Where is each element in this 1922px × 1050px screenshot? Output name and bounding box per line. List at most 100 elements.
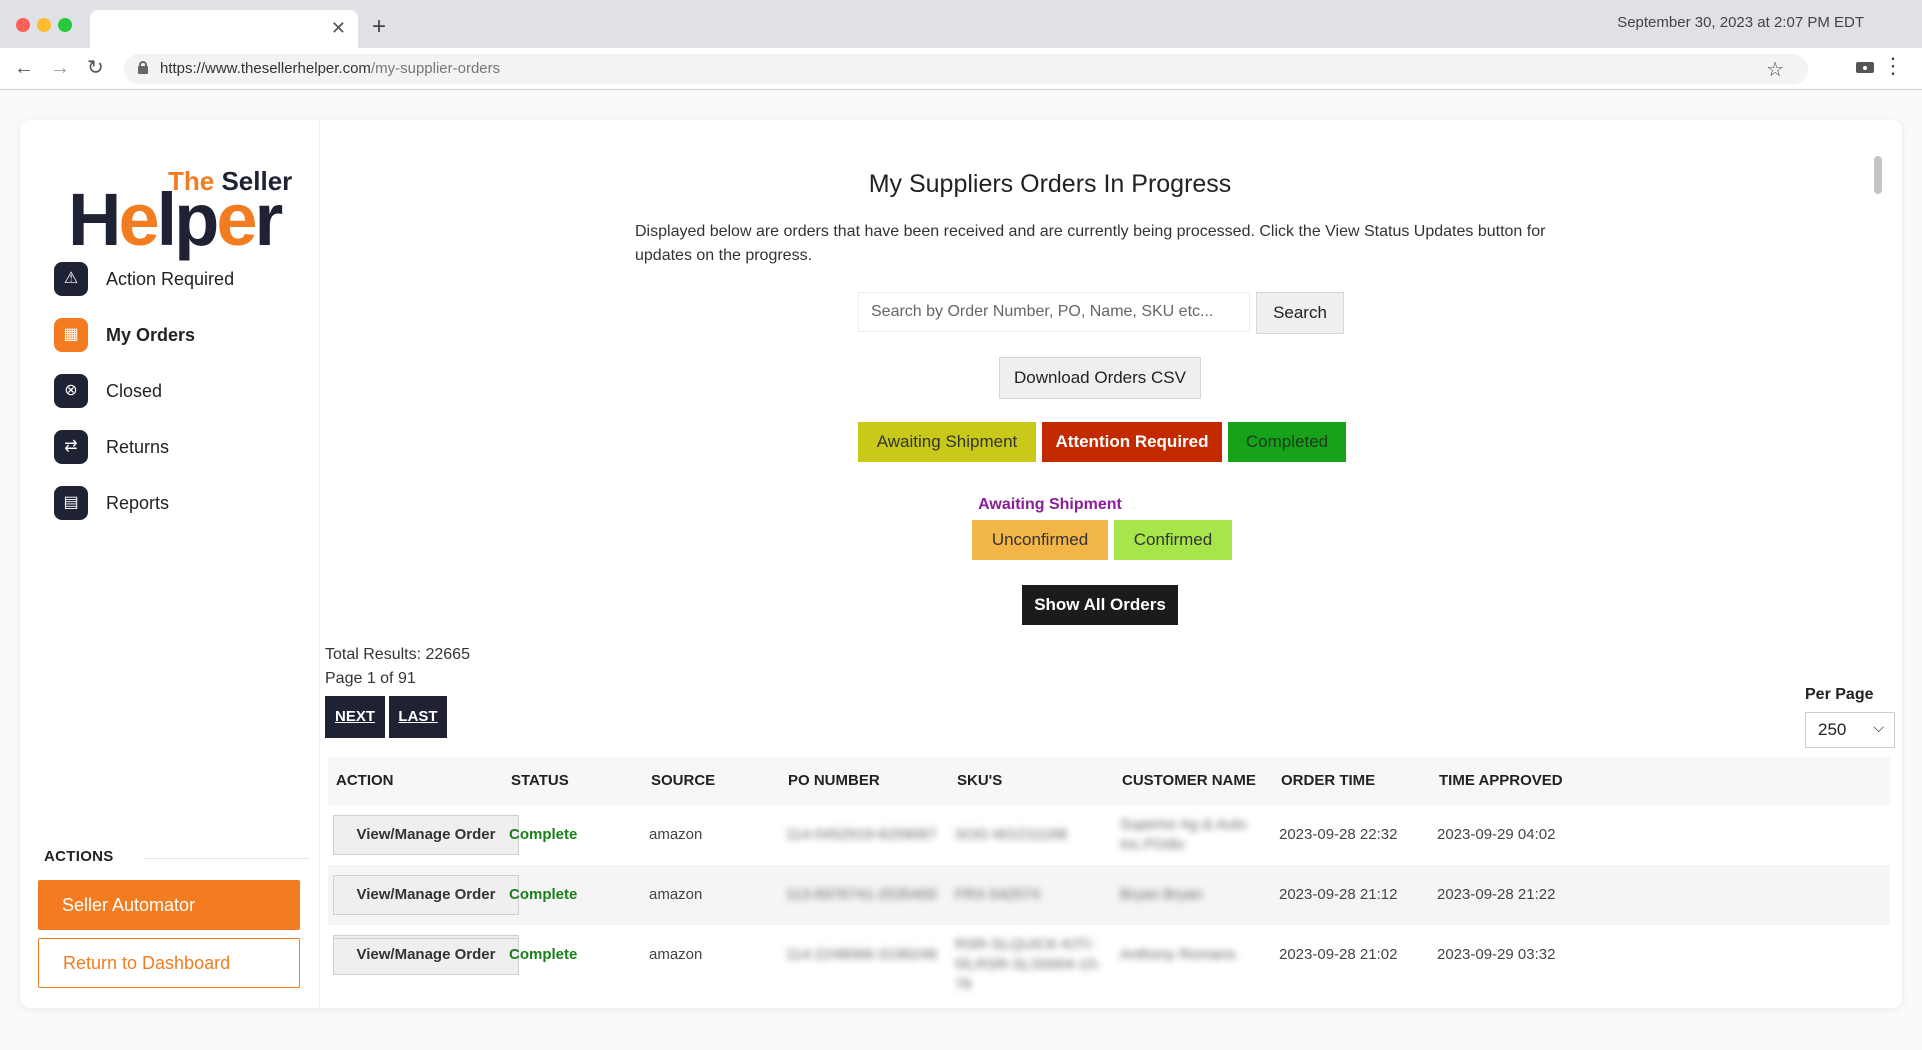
time-approved-cell: 2023-09-29 03:32 <box>1437 946 1556 963</box>
next-page-button[interactable]: NEXT <box>325 696 385 738</box>
tab-close-icon[interactable]: ✕ <box>331 18 346 38</box>
per-page-select[interactable]: 250 ⌵ <box>1805 712 1895 748</box>
actions-divider <box>144 858 310 859</box>
source-cell: amazon <box>649 946 703 963</box>
warning-icon: ⚠ <box>54 262 88 296</box>
address-bar[interactable]: https://www.thesellerhelper.com/my-suppl… <box>124 54 1808 84</box>
po-number-cell: 114-0452919-6209067 <box>786 826 937 843</box>
column-header: ORDER TIME <box>1281 772 1376 789</box>
filter-confirmed-button[interactable]: Confirmed <box>1114 520 1232 560</box>
source-cell: amazon <box>649 886 703 903</box>
camera-icon[interactable] <box>1856 60 1874 73</box>
show-all-orders-button[interactable]: Show All Orders <box>1022 585 1178 625</box>
status-cell: Complete <box>509 886 578 903</box>
sku-cell: RSR-SLQUICK-KITI-55,RSR-SLS0004-15-76 <box>955 936 1101 993</box>
sku-cell: SOG-W1O11168 <box>955 826 1067 843</box>
download-csv-button[interactable]: Download Orders CSV <box>999 357 1201 399</box>
order-time-cell: 2023-09-28 22:32 <box>1279 826 1398 843</box>
return-to-dashboard-button[interactable]: Return to Dashboard <box>38 938 300 988</box>
total-results: Total Results: 22665 <box>325 646 470 663</box>
sidebar-item-reports[interactable]: ▤ Reports <box>54 484 294 522</box>
column-header: STATUS <box>511 772 569 789</box>
sku-cell: FRX-542574 <box>955 886 1041 903</box>
column-header: TIME APPROVED <box>1439 772 1563 789</box>
order-time-cell: 2023-09-28 21:12 <box>1279 886 1398 903</box>
sidebar-item-label: Reports <box>106 493 170 513</box>
the-seller-helper-logo[interactable]: The Seller Helper <box>68 160 308 261</box>
browser-titlebar: ✕ + September 30, 2023 at 2:07 PM EDT <box>0 0 1922 48</box>
forward-arrow-icon[interactable]: → <box>50 56 70 80</box>
new-tab-icon[interactable]: + <box>372 13 386 41</box>
table-header: ACTION STATUS SOURCE PO NUMBER SKU'S CUS… <box>328 757 1890 805</box>
per-page-value: 250 <box>1818 720 1847 739</box>
sidebar-item-label: Action Required <box>106 269 235 289</box>
sidebar-item-action-required[interactable]: ⚠ Action Required <box>54 260 294 298</box>
scrollbar[interactable] <box>1874 156 1882 194</box>
back-arrow-icon[interactable]: ← <box>14 56 34 80</box>
filter-unconfirmed-button[interactable]: Unconfirmed <box>972 520 1108 560</box>
bookmark-star-icon[interactable]: ☆ <box>1766 57 1784 82</box>
orders-table: ACTION STATUS SOURCE PO NUMBER SKU'S CUS… <box>328 757 1890 993</box>
column-header: SOURCE <box>651 772 716 789</box>
sidebar-item-label: Closed <box>106 381 163 401</box>
chevron-down-icon: ⌵ <box>1873 719 1884 735</box>
sidebar: The Seller Helper ⚠ Action Required ▦ My… <box>20 120 320 1008</box>
view-manage-order-button[interactable]: View/Manage Order <box>333 815 519 855</box>
sidebar-item-label: Returns <box>106 437 170 457</box>
column-header: CUSTOMER NAME <box>1122 772 1256 789</box>
page-background: The Seller Helper ⚠ Action Required ▦ My… <box>0 90 1922 1050</box>
status-cell: Complete <box>509 946 578 963</box>
table-row: View/Manage Order Complete amazon 114-22… <box>328 925 1890 993</box>
url-text[interactable]: https://www.thesellerhelper.com/my-suppl… <box>160 60 500 77</box>
close-window-icon[interactable] <box>16 18 30 32</box>
customer-name-cell: Superior Ag & Auto Inc.POdiv <box>1120 816 1247 853</box>
swap-arrows-icon: ⇄ <box>54 430 88 464</box>
time-approved-cell: 2023-09-29 04:02 <box>1437 826 1556 843</box>
filter-completed-button[interactable]: Completed <box>1228 422 1346 462</box>
boxes-icon: ▦ <box>54 318 88 352</box>
browser-toolbar: ← → ↻ https://www.thesellerhelper.com/my… <box>0 48 1922 90</box>
last-page-button[interactable]: LAST <box>389 696 447 738</box>
column-header: PO NUMBER <box>788 772 880 789</box>
app-card: The Seller Helper ⚠ Action Required ▦ My… <box>20 120 1902 1008</box>
seller-automator-button[interactable]: Seller Automator <box>38 880 300 930</box>
sidebar-item-my-orders[interactable]: ▦ My Orders <box>54 316 294 354</box>
time-approved-cell: 2023-09-28 21:22 <box>1437 886 1556 903</box>
browser-tab[interactable]: ✕ <box>90 10 358 48</box>
view-manage-order-button-partial[interactable] <box>333 938 519 948</box>
customer-name-cell: Anthony Romano <box>1120 946 1236 963</box>
page-info: Page 1 of 91 <box>325 670 416 687</box>
menu-kebab-icon[interactable]: ⋮ <box>1882 54 1904 78</box>
minimize-window-icon[interactable] <box>37 18 51 32</box>
view-manage-order-button[interactable]: View/Manage Order <box>333 875 519 915</box>
actions-heading: ACTIONS <box>44 848 114 865</box>
table-row: View/Manage Order Complete amazon 114-04… <box>328 805 1890 865</box>
close-circle-icon: ⊗ <box>54 374 88 408</box>
search-button[interactable]: Search <box>1256 292 1344 334</box>
po-number-cell: 114-2248066-3196248 <box>786 946 937 963</box>
column-header: SKU'S <box>957 772 1003 789</box>
filter-awaiting-shipment-button[interactable]: Awaiting Shipment <box>858 422 1036 462</box>
maximize-window-icon[interactable] <box>58 18 72 32</box>
screenshot-datetime: September 30, 2023 at 2:07 PM EDT <box>1617 14 1864 31</box>
sidebar-item-closed[interactable]: ⊗ Closed <box>54 372 294 410</box>
page-description: Displayed below are orders that have bee… <box>635 223 1546 264</box>
reload-icon[interactable]: ↻ <box>87 56 104 80</box>
main-content: My Suppliers Orders In Progress Displaye… <box>320 120 1902 1008</box>
page-title: My Suppliers Orders In Progress <box>868 170 1232 198</box>
source-cell: amazon <box>649 826 703 843</box>
po-number-cell: 113-6976741-2535400 <box>786 886 937 903</box>
customer-name-cell: Bryan Bryan <box>1120 886 1203 903</box>
per-page-label: Per Page <box>1805 686 1874 703</box>
search-input[interactable] <box>858 292 1250 332</box>
report-icon: ▤ <box>54 486 88 520</box>
sidebar-item-label: My Orders <box>106 325 196 345</box>
awaiting-shipment-subheading: Awaiting Shipment <box>978 496 1122 513</box>
lock-icon <box>138 61 148 74</box>
status-cell: Complete <box>509 826 578 843</box>
column-header: ACTION <box>336 772 394 789</box>
order-time-cell: 2023-09-28 21:02 <box>1279 946 1398 963</box>
table-row: View/Manage Order Complete amazon 113-69… <box>328 865 1890 925</box>
sidebar-item-returns[interactable]: ⇄ Returns <box>54 428 294 466</box>
filter-attention-required-button[interactable]: Attention Required <box>1042 422 1222 462</box>
